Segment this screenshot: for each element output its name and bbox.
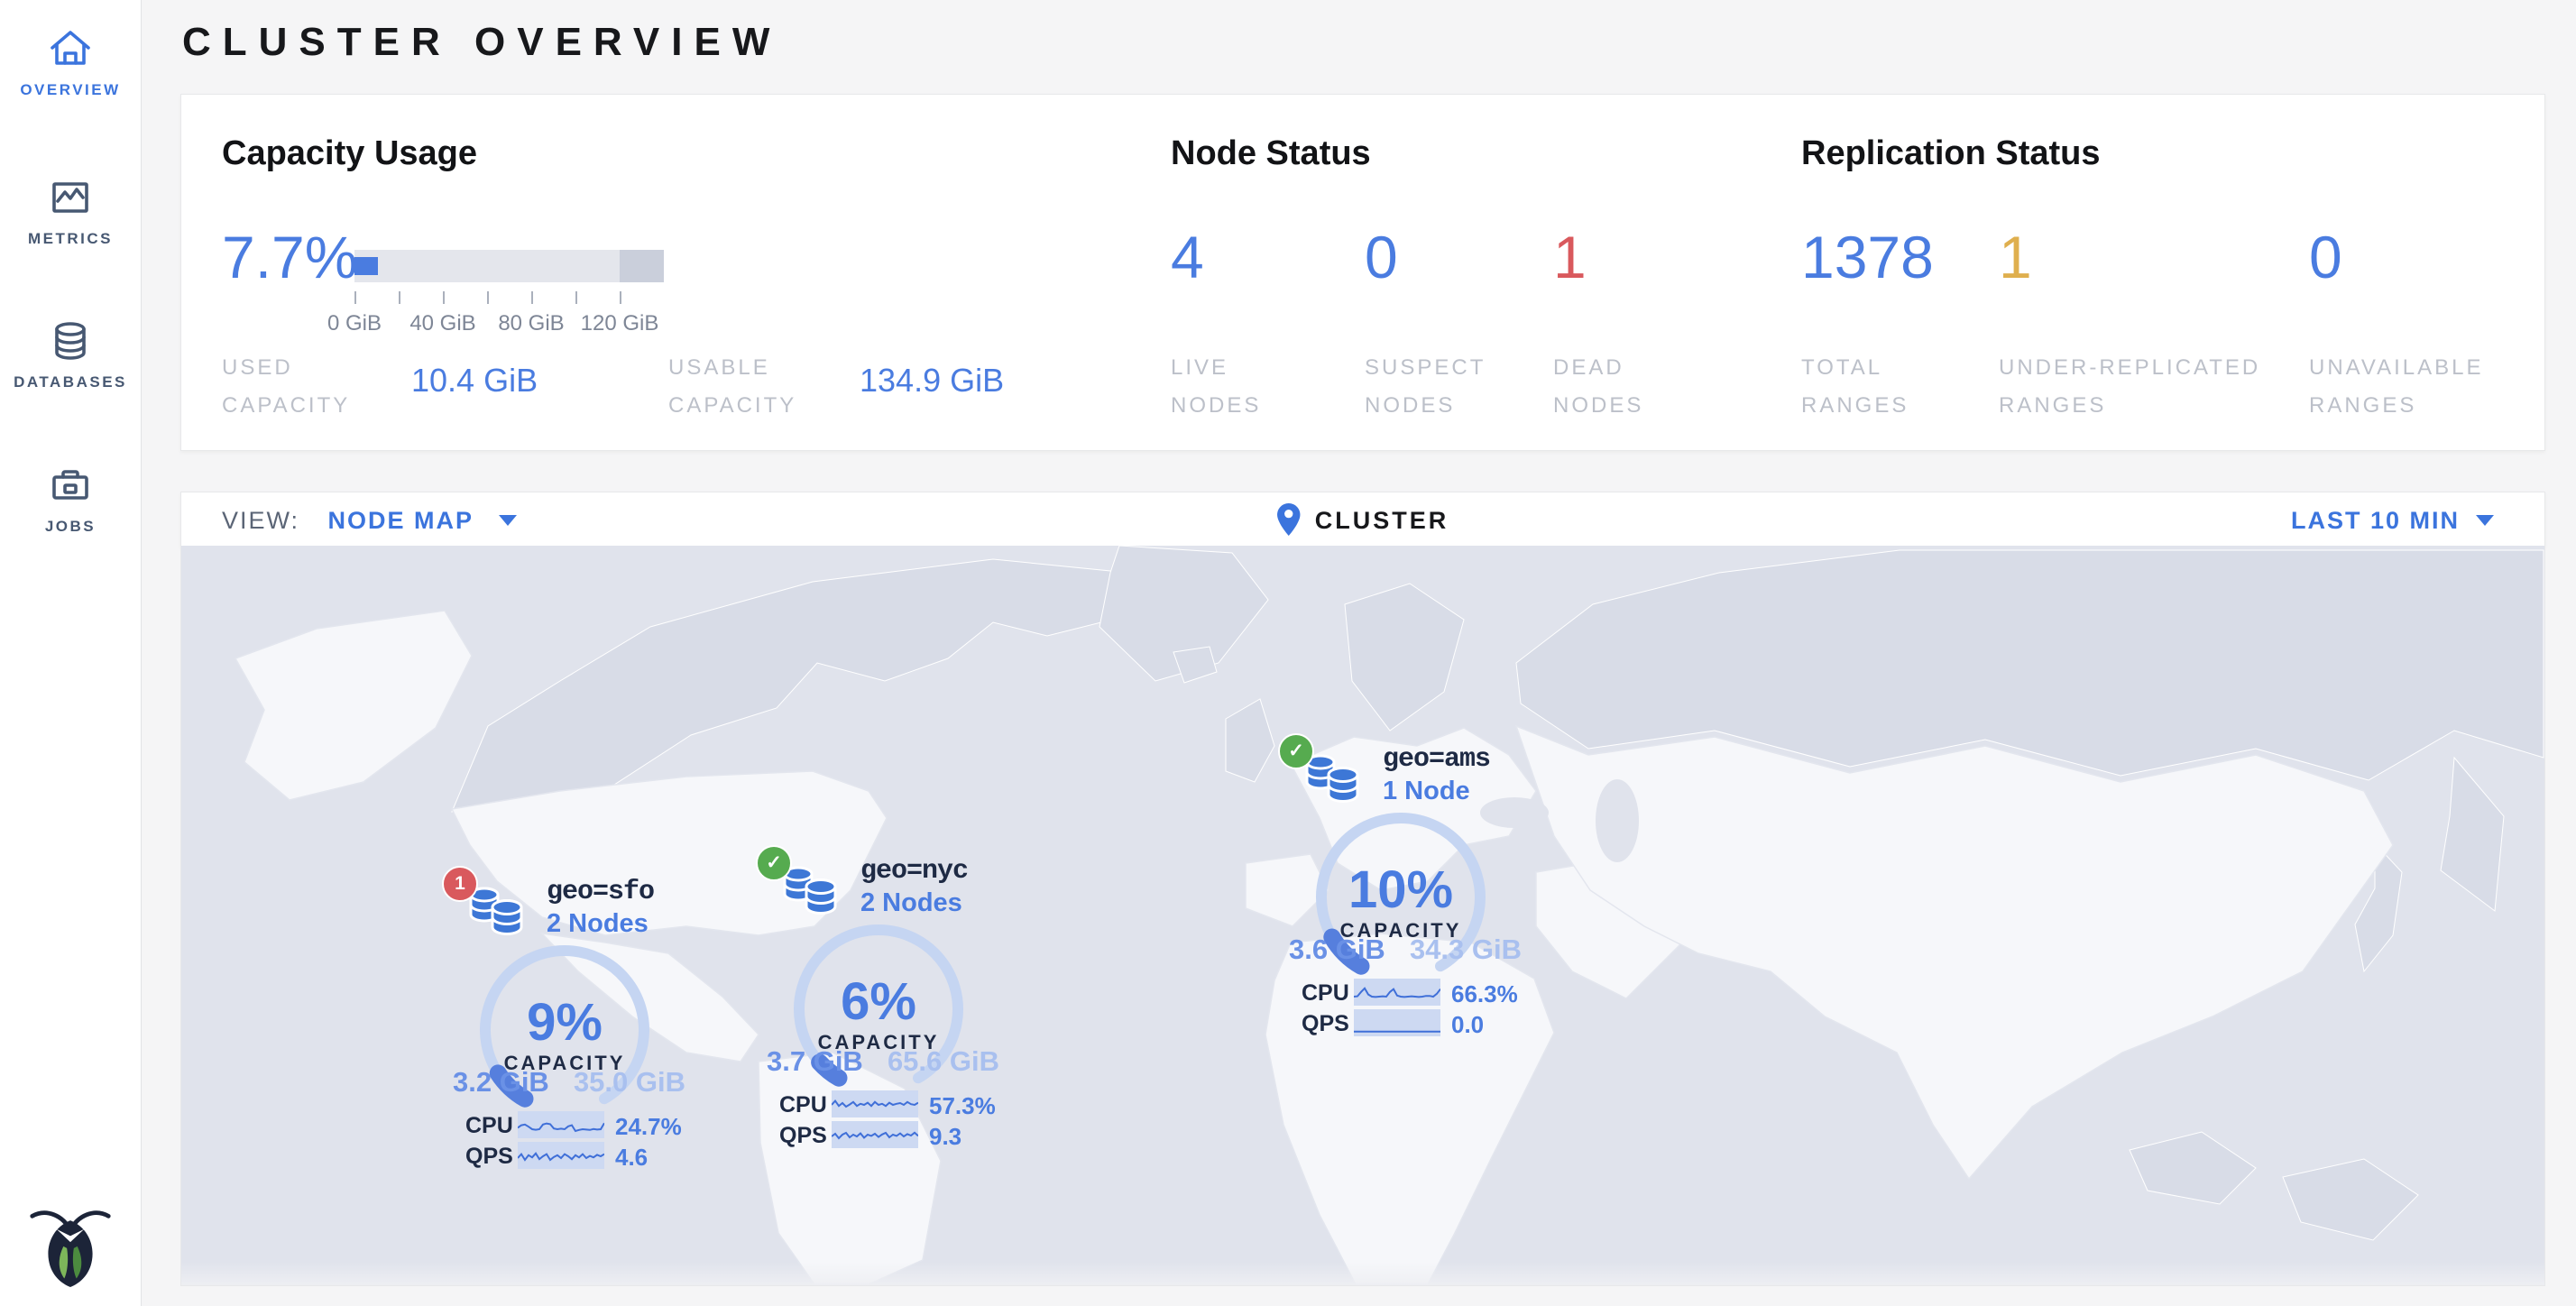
live-nodes-value: 4 bbox=[1171, 223, 1204, 291]
unavailable-ranges-value: 0 bbox=[2309, 223, 2342, 291]
dead-nodes-value: 1 bbox=[1553, 223, 1587, 291]
node-locality-label: geo=sfo bbox=[547, 877, 654, 907]
database-icon bbox=[47, 317, 94, 364]
summary-panel: Capacity Usage 7.7% 0 GiB 40 GiB 80 GiB … bbox=[180, 94, 2545, 451]
home-icon bbox=[47, 25, 94, 72]
cpu-label: CPU bbox=[1302, 980, 1349, 1007]
under-replicated-ranges-value: 1 bbox=[1999, 223, 2032, 291]
suspect-nodes-label: SUSPECTNODES bbox=[1365, 349, 1486, 425]
cpu-value: 24.7% bbox=[615, 1113, 682, 1141]
under-replicated-ranges-label: UNDER-REPLICATEDRANGES bbox=[1999, 349, 2260, 425]
cockroachdb-logo bbox=[25, 1201, 115, 1288]
time-range-dropdown[interactable]: LAST 10 MIN bbox=[2291, 492, 2494, 547]
capacity-bar-overflow bbox=[620, 250, 664, 282]
suspect-nodes-value: 0 bbox=[1365, 223, 1398, 291]
axis-tick-label: 0 GiB bbox=[327, 311, 382, 336]
cpu-label: CPU bbox=[465, 1113, 513, 1139]
node-status-badge: ✓ bbox=[1278, 733, 1314, 769]
capacity-gauge-percent: 6% bbox=[784, 971, 973, 1032]
node-status-badge: 1 bbox=[442, 866, 478, 902]
usable-capacity-value: 134.9 GiB bbox=[860, 362, 1004, 400]
dead-nodes-label: DEADNODES bbox=[1553, 349, 1643, 425]
sidebar-item-label: METRICS bbox=[0, 230, 141, 248]
node-status-badge: ✓ bbox=[756, 845, 792, 881]
capacity-usage-title: Capacity Usage bbox=[222, 134, 477, 173]
node-used-capacity: 3.2 GiB bbox=[453, 1066, 549, 1099]
map-node-group[interactable]: ✓ geo=nyc 2 Nodes 6% CAPACITY 3.7 GiB 65… bbox=[761, 854, 1014, 1161]
live-nodes-label: LIVENODES bbox=[1171, 349, 1261, 425]
axis-tick-label: 40 GiB bbox=[409, 311, 475, 336]
cpu-value: 57.3% bbox=[929, 1092, 996, 1120]
node-usable-capacity: 35.0 GiB bbox=[574, 1066, 685, 1099]
cpu-sparkline bbox=[518, 1111, 604, 1138]
total-ranges-value: 1378 bbox=[1801, 223, 1934, 291]
map-node-group[interactable]: 1 geo=sfo 2 Nodes 9% CAPACITY 3.2 GiB 35… bbox=[447, 875, 700, 1182]
page-title: CLUSTER OVERVIEW bbox=[182, 20, 781, 65]
chevron-down-icon bbox=[499, 515, 517, 526]
qps-label: QPS bbox=[465, 1144, 513, 1170]
node-usable-capacity: 65.6 GiB bbox=[888, 1045, 999, 1078]
replication-status-title: Replication Status bbox=[1801, 134, 2101, 173]
usable-capacity-label: USABLECAPACITY bbox=[668, 349, 796, 425]
capacity-gauge-percent: 9% bbox=[470, 992, 659, 1053]
metrics-chart-icon bbox=[47, 174, 94, 221]
qps-value: 4.6 bbox=[615, 1144, 648, 1172]
map-toolbar: VIEW: NODE MAP CLUSTER LAST 10 MIN bbox=[180, 492, 2545, 547]
view-dropdown[interactable]: NODE MAP bbox=[328, 507, 474, 534]
node-locality-label: geo=ams bbox=[1383, 744, 1490, 775]
map-node-group[interactable]: ✓ geo=ams 1 Node 10% CAPACITY 3.6 GiB 34… bbox=[1283, 742, 1536, 1049]
node-locality-label: geo=nyc bbox=[860, 856, 968, 887]
briefcase-icon bbox=[47, 462, 94, 509]
location-pin-icon bbox=[1277, 503, 1301, 536]
cpu-sparkline bbox=[832, 1090, 918, 1117]
qps-value: 0.0 bbox=[1451, 1011, 1484, 1039]
qps-label: QPS bbox=[779, 1123, 827, 1149]
breadcrumb-cluster: CLUSTER bbox=[1277, 492, 1449, 547]
node-used-capacity: 3.7 GiB bbox=[767, 1045, 863, 1078]
sidebar-item-overview[interactable]: OVERVIEW bbox=[0, 25, 141, 99]
node-usable-capacity: 34.3 GiB bbox=[1410, 934, 1522, 966]
node-used-capacity: 3.6 GiB bbox=[1289, 934, 1385, 966]
cpu-sparkline bbox=[1354, 979, 1440, 1006]
map-bottom-fade bbox=[181, 1262, 2544, 1285]
capacity-bar-axis: 0 GiB 40 GiB 80 GiB 120 GiB bbox=[354, 291, 664, 345]
capacity-used-percent: 7.7% bbox=[222, 223, 357, 291]
qps-value: 9.3 bbox=[929, 1123, 961, 1151]
cluster-label: CLUSTER bbox=[1315, 507, 1449, 534]
sidebar-item-databases[interactable]: DATABASES bbox=[0, 317, 141, 391]
sidebar-item-label: OVERVIEW bbox=[0, 81, 141, 99]
sidebar-item-metrics[interactable]: METRICS bbox=[0, 174, 141, 248]
qps-sparkline bbox=[832, 1121, 918, 1148]
cpu-value: 66.3% bbox=[1451, 980, 1518, 1008]
qps-sparkline bbox=[1354, 1009, 1440, 1036]
axis-tick-label: 120 GiB bbox=[581, 311, 659, 336]
unavailable-ranges-label: UNAVAILABLERANGES bbox=[2309, 349, 2484, 425]
used-capacity-label: USEDCAPACITY bbox=[222, 349, 350, 425]
capacity-gauge-percent: 10% bbox=[1306, 860, 1495, 920]
view-selector[interactable]: VIEW: NODE MAP bbox=[222, 492, 517, 547]
axis-tick-label: 80 GiB bbox=[498, 311, 564, 336]
capacity-bar-fill bbox=[354, 257, 378, 275]
node-map: 1 geo=sfo 2 Nodes 9% CAPACITY 3.2 GiB 35… bbox=[180, 546, 2545, 1286]
used-capacity-value: 10.4 GiB bbox=[411, 362, 538, 400]
qps-sparkline bbox=[518, 1142, 604, 1169]
sidebar-item-jobs[interactable]: JOBS bbox=[0, 462, 141, 536]
cpu-label: CPU bbox=[779, 1092, 827, 1118]
sidebar: OVERVIEW METRICS DATABASES JOBS bbox=[0, 0, 142, 1306]
total-ranges-label: TOTALRANGES bbox=[1801, 349, 1909, 425]
chevron-down-icon bbox=[2476, 515, 2494, 526]
cluster-overview-page: OVERVIEW METRICS DATABASES JOBS bbox=[0, 0, 2576, 1306]
node-status-title: Node Status bbox=[1171, 134, 1371, 173]
qps-label: QPS bbox=[1302, 1011, 1349, 1037]
capacity-bar bbox=[354, 250, 664, 282]
sidebar-item-label: DATABASES bbox=[0, 373, 141, 391]
sidebar-item-label: JOBS bbox=[0, 518, 141, 536]
view-label: VIEW: bbox=[222, 507, 299, 534]
